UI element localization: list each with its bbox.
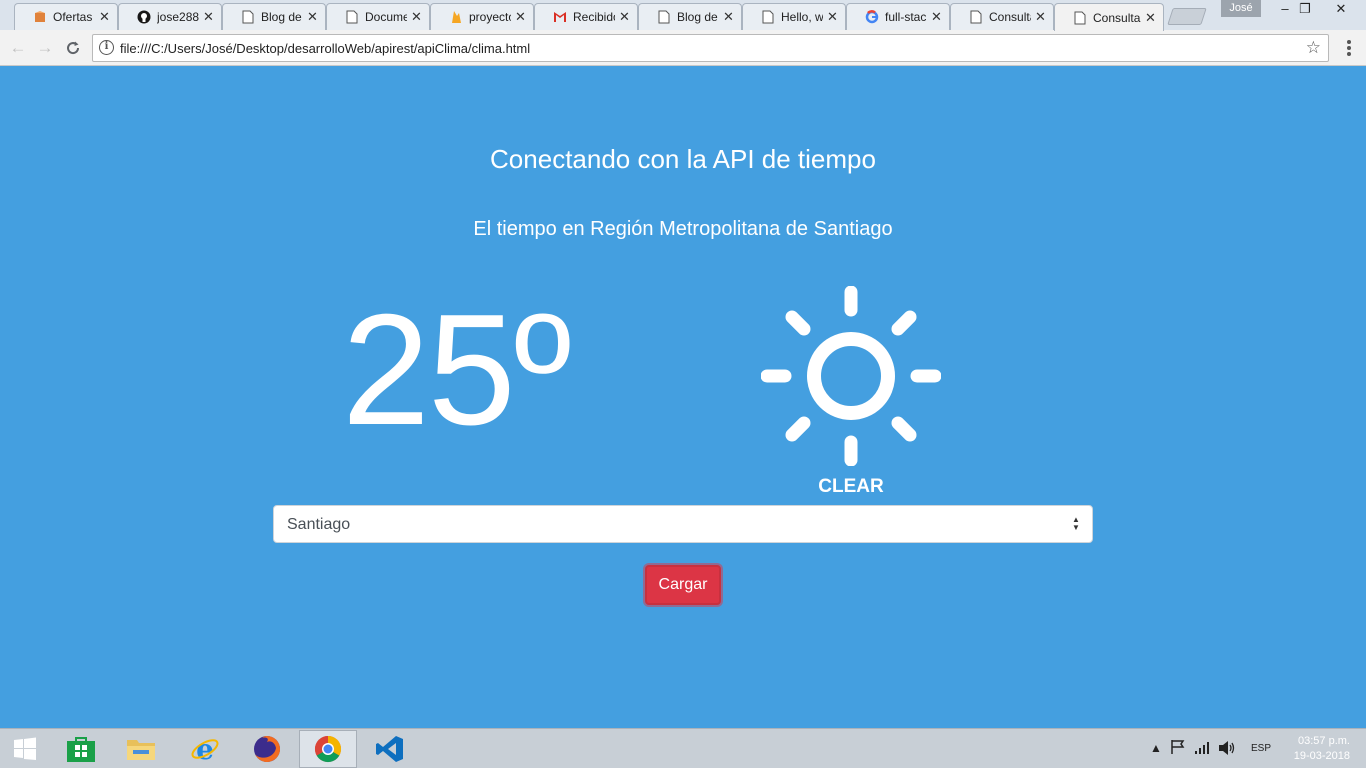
browser-tab[interactable]: Consulta✕ xyxy=(950,3,1054,30)
close-icon[interactable]: ✕ xyxy=(931,9,943,25)
weather-condition: CLEAR xyxy=(818,476,884,497)
back-button[interactable]: ← xyxy=(7,37,29,59)
info-icon[interactable]: i xyxy=(99,40,114,55)
close-icon[interactable]: ✕ xyxy=(723,9,735,25)
page-content: Conectando con la API de tiempo El tiemp… xyxy=(0,66,1366,728)
internet-explorer-icon[interactable]: e xyxy=(176,730,234,768)
windows-taskbar: e ▲ ESP 03:57 p.m. 19-03-2018 xyxy=(0,728,1366,768)
city-select-value: Santiago xyxy=(287,516,351,533)
gmail-icon xyxy=(553,10,567,24)
page-icon xyxy=(657,10,671,24)
address-bar[interactable]: i file:///C:/Users/José/Desktop/desarrol… xyxy=(92,34,1329,62)
box-icon xyxy=(33,10,47,24)
close-icon[interactable]: ✕ xyxy=(203,9,215,25)
page-icon xyxy=(969,10,983,24)
taskbar-clock[interactable]: 03:57 p.m. 19-03-2018 xyxy=(1288,734,1350,764)
clock-date: 19-03-2018 xyxy=(1293,750,1350,762)
page-icon xyxy=(345,10,359,24)
select-arrows-icon: ▲ ▼ xyxy=(1072,515,1080,532)
browser-tab[interactable]: Docume ✕ xyxy=(326,3,430,30)
clock-time: 03:57 p.m. xyxy=(1298,735,1350,747)
star-icon[interactable]: ☆ xyxy=(1306,38,1321,58)
browser-tab[interactable]: Blog de ✕ xyxy=(222,3,326,30)
page-title: Conectando con la API de tiempo xyxy=(490,144,876,174)
browser-tab[interactable]: Ofertas ✕ xyxy=(14,3,118,30)
close-icon[interactable]: ✕ xyxy=(307,9,319,25)
windows-start-icon[interactable] xyxy=(0,730,50,768)
browser-menu-button[interactable] xyxy=(1342,38,1356,58)
page-icon xyxy=(1073,11,1087,25)
browser-tab-active[interactable]: Consulta ✕ xyxy=(1054,3,1164,31)
sun-icon xyxy=(761,286,941,466)
close-icon[interactable]: ✕ xyxy=(99,9,111,25)
city-select[interactable]: Santiago ▲ ▼ xyxy=(273,505,1093,543)
file-explorer-icon[interactable] xyxy=(112,730,170,768)
github-icon xyxy=(137,10,151,24)
reload-icon xyxy=(67,41,80,55)
browser-tab[interactable]: Blog de ✕ xyxy=(638,3,742,30)
browser-tab[interactable]: proyecto ✕ xyxy=(430,3,534,30)
temperature-value: 25º xyxy=(342,282,571,458)
profile-button[interactable]: José xyxy=(1221,0,1261,17)
close-icon[interactable]: ✕ xyxy=(1035,9,1047,25)
svg-text:e: e xyxy=(196,734,214,764)
store-icon[interactable] xyxy=(52,730,110,768)
close-icon[interactable]: ✕ xyxy=(619,9,631,25)
page-icon xyxy=(241,10,255,24)
location-subtitle: El tiempo en Región Metropolitana de San… xyxy=(473,218,893,240)
network-icon[interactable] xyxy=(1194,741,1210,758)
reload-button[interactable] xyxy=(62,37,84,59)
browser-tab[interactable]: full-stac ✕ xyxy=(846,3,950,30)
tray-expand-icon[interactable]: ▲ xyxy=(1150,741,1162,755)
browser-tab[interactable]: Hello, w ✕ xyxy=(742,3,846,30)
load-button[interactable]: Cargar xyxy=(645,565,721,605)
close-icon[interactable]: ✕ xyxy=(411,9,423,25)
volume-icon[interactable] xyxy=(1218,740,1236,759)
close-icon[interactable]: ✕ xyxy=(1145,10,1157,26)
new-tab-button[interactable] xyxy=(1167,8,1207,25)
forward-button[interactable]: → xyxy=(34,37,56,59)
tab-strip: Ofertas ✕ jose288 ✕ Blog de ✕ Docume ✕ proye… xyxy=(0,0,1366,31)
restore-button[interactable]: ❐ xyxy=(1288,0,1322,20)
firefox-icon[interactable] xyxy=(238,730,296,768)
vscode-icon[interactable] xyxy=(361,730,419,768)
page-icon xyxy=(761,10,775,24)
language-indicator[interactable]: ESP xyxy=(1251,743,1271,754)
chrome-icon[interactable] xyxy=(299,730,357,768)
window-close-button[interactable]: ✕ xyxy=(1324,0,1358,20)
google-icon xyxy=(865,10,879,24)
browser-tab[interactable]: Recibido✕ xyxy=(534,3,638,30)
firebase-icon xyxy=(449,10,463,24)
close-icon[interactable]: ✕ xyxy=(515,9,527,25)
address-url: file:///C:/Users/José/Desktop/desarrollo… xyxy=(120,41,531,56)
action-flag-icon[interactable] xyxy=(1170,739,1186,758)
browser-toolbar: ← → i file:///C:/Users/José/Desktop/desa… xyxy=(0,30,1366,66)
browser-tab[interactable]: jose288 ✕ xyxy=(118,3,222,30)
close-icon[interactable]: ✕ xyxy=(827,9,839,25)
